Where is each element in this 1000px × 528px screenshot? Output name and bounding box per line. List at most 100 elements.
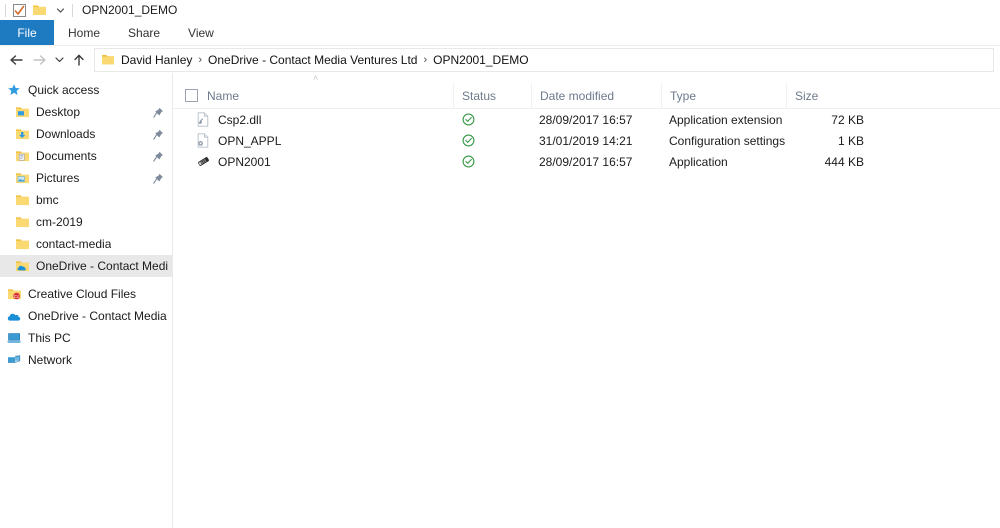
sidebar-item-label: This PC: [28, 331, 71, 345]
file-explorer-window: OPN2001_DEMO File Home Share View David …: [0, 0, 1000, 528]
sort-ascending-caret-icon: ˄: [313, 73, 319, 83]
sidebar-item-bmc[interactable]: bmc: [0, 189, 172, 211]
forward-arrow-icon[interactable]: [28, 49, 50, 71]
table-row[interactable]: Csp2.dll 28/09/2017 16:57 Application ex…: [173, 109, 1000, 130]
sidebar-item-network[interactable]: Network: [0, 349, 172, 371]
config-file-icon: [195, 133, 211, 149]
pin-icon[interactable]: [152, 172, 164, 184]
breadcrumb-item-1[interactable]: OneDrive - Contact Media Ventures Ltd: [206, 53, 419, 67]
file-date-modified-cell: 28/09/2017 16:57: [539, 154, 633, 169]
column-header-name[interactable]: Name: [173, 83, 453, 108]
onedrive-cloud-icon: [6, 308, 22, 324]
file-type-cell: Configuration settings: [669, 133, 786, 148]
up-arrow-icon[interactable]: [68, 49, 90, 71]
file-date-modified-cell: 28/09/2017 16:57: [539, 112, 633, 127]
file-name-cell[interactable]: OPN2001: [173, 151, 453, 172]
table-row[interactable]: OPN_APPL 31/01/2019 14:21 Configuration …: [173, 130, 1000, 151]
sidebar-item-this-pc[interactable]: This PC: [0, 327, 172, 349]
tab-view[interactable]: View: [174, 20, 228, 45]
sidebar-item-onedrive-cloud[interactable]: OneDrive - Contact Media Ven: [0, 305, 172, 327]
sidebar-item-label: cm-2019: [36, 215, 83, 229]
tab-share[interactable]: Share: [114, 20, 174, 45]
file-date-modified-cell: 31/01/2019 14:21: [539, 133, 633, 148]
sidebar-item-label: Downloads: [36, 127, 96, 141]
sync-available-icon: [461, 155, 475, 169]
sidebar-item-label: Desktop: [36, 105, 81, 119]
star-icon: [6, 82, 22, 98]
back-arrow-icon[interactable]: [6, 49, 28, 71]
ribbon-tab-bar: File Home Share View: [0, 20, 1000, 46]
pin-icon[interactable]: [152, 106, 164, 118]
select-all-checkbox[interactable]: [185, 89, 198, 102]
sidebar-item-label: contact-media: [36, 237, 112, 251]
sidebar-item-quick-access[interactable]: Quick access: [0, 79, 172, 101]
sidebar-item-label: OneDrive - Contact Media Ven: [28, 309, 168, 323]
sidebar-item-label: Pictures: [36, 171, 80, 185]
file-rows: Csp2.dll 28/09/2017 16:57 Application ex…: [173, 109, 1000, 528]
sidebar-item-onedrive-contact-media-ventures[interactable]: OneDrive - Contact Media Ve: [0, 255, 172, 277]
sidebar-item-creative-cloud-files[interactable]: Cc Creative Cloud Files: [0, 283, 172, 305]
file-type-cell: Application extension: [669, 112, 783, 127]
column-header-date-modified[interactable]: Date modified: [531, 83, 661, 108]
tab-file[interactable]: File: [0, 20, 54, 45]
pin-icon[interactable]: [152, 150, 164, 162]
sidebar-item-label: bmc: [36, 193, 59, 207]
svg-text:Cc: Cc: [13, 294, 19, 299]
sidebar-item-documents[interactable]: Documents: [0, 145, 172, 167]
navigation-pane: Quick access Desktop Downloads Documents…: [0, 73, 173, 528]
file-status-cell: [453, 151, 531, 172]
file-name-cell[interactable]: Csp2.dll: [173, 109, 453, 130]
titlebar-divider: [5, 3, 6, 17]
folder-icon: [14, 214, 30, 230]
file-size-cell: 444 KB: [824, 154, 864, 169]
breadcrumb-item-0[interactable]: David Hanley: [119, 53, 194, 67]
sidebar-item-label: Creative Cloud Files: [28, 287, 137, 301]
folder-icon: [14, 236, 30, 252]
file-name-label: OPN_APPL: [218, 133, 282, 148]
breadcrumb-item-2[interactable]: OPN2001_DEMO: [431, 53, 530, 67]
sidebar-item-downloads[interactable]: Downloads: [0, 123, 172, 145]
sidebar-item-cm-2019[interactable]: cm-2019: [0, 211, 172, 233]
file-status-cell: [453, 130, 531, 151]
pin-icon[interactable]: [152, 128, 164, 140]
chevron-down-icon[interactable]: [53, 2, 67, 18]
file-list-pane: ˄ Name Status Date modified Type Size Cs…: [173, 73, 1000, 528]
sidebar-item-label: Documents: [36, 149, 97, 163]
sidebar-item-label: Network: [28, 353, 73, 367]
file-name-label: OPN2001: [218, 154, 271, 169]
folder-icon: [14, 192, 30, 208]
table-row[interactable]: OPN2001 28/09/2017 16:57 Application 444…: [173, 151, 1000, 172]
column-header-type[interactable]: Type: [661, 83, 786, 108]
file-size-cell: 1 KB: [837, 133, 864, 148]
sidebar-item-contact-media[interactable]: contact-media: [0, 233, 172, 255]
file-name-label: Csp2.dll: [218, 112, 262, 127]
folder-documents-icon: [14, 148, 30, 164]
column-header-name-label: Name: [207, 88, 240, 103]
this-pc-icon: [6, 330, 22, 346]
recent-locations-chevron-down-icon[interactable]: [50, 49, 68, 71]
sidebar-item-label: OneDrive - Contact Media Ve: [36, 259, 168, 273]
sidebar-item-desktop[interactable]: Desktop: [0, 101, 172, 123]
breadcrumb-folder-icon: [100, 52, 116, 68]
checkbox-check-icon[interactable]: [11, 2, 27, 18]
folder-desktop-icon: [14, 104, 30, 120]
breadcrumb-separator-0[interactable]: ›: [194, 54, 206, 66]
folder-icon[interactable]: [31, 2, 47, 18]
file-status-cell: [453, 109, 531, 130]
column-header-row: Name Status Date modified Type Size: [173, 83, 1000, 109]
column-header-status[interactable]: Status: [453, 83, 531, 108]
network-icon: [6, 352, 22, 368]
folder-pictures-icon: [14, 170, 30, 186]
folder-download-icon: [14, 126, 30, 142]
window-title: OPN2001_DEMO: [82, 3, 178, 17]
sync-available-icon: [461, 134, 475, 148]
sync-available-icon: [461, 113, 475, 127]
breadcrumb[interactable]: David Hanley › OneDrive - Contact Media …: [94, 47, 994, 72]
creative-cloud-icon: Cc: [6, 286, 22, 302]
file-name-cell[interactable]: OPN_APPL: [173, 130, 453, 151]
sidebar-item-label: Quick access: [28, 83, 100, 97]
tab-home[interactable]: Home: [54, 20, 114, 45]
sidebar-item-pictures[interactable]: Pictures: [0, 167, 172, 189]
column-header-size[interactable]: Size: [786, 83, 886, 108]
breadcrumb-separator-1[interactable]: ›: [419, 54, 431, 66]
